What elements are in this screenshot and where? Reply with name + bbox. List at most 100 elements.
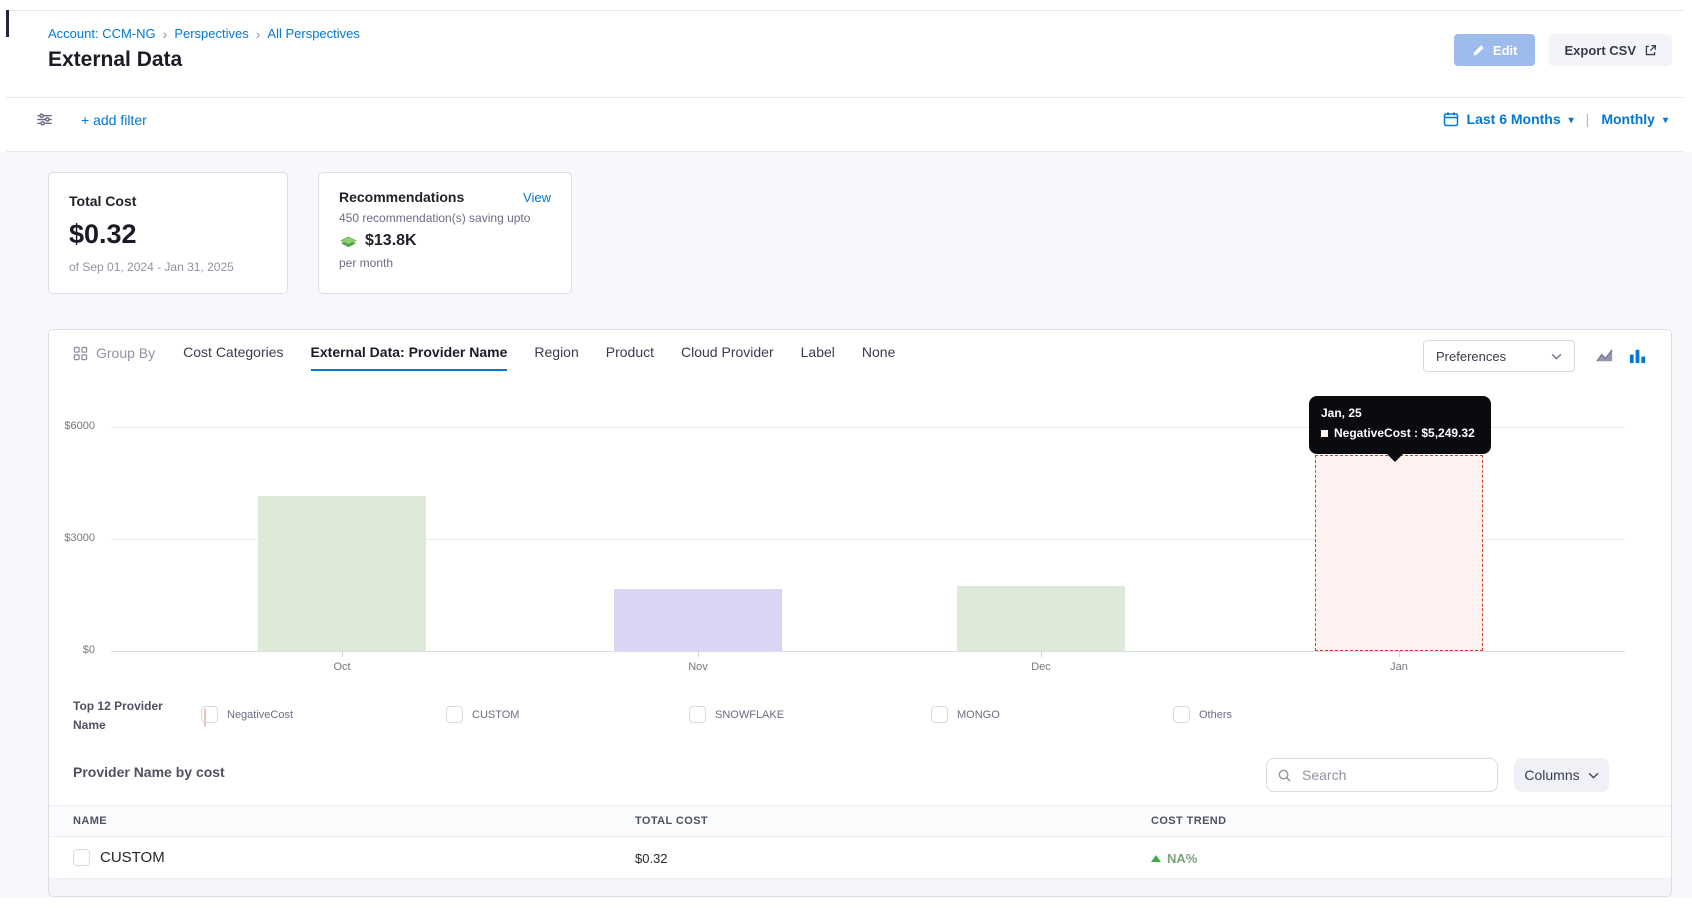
bar-jan-negativecost[interactable] bbox=[1315, 455, 1483, 651]
pencil-icon bbox=[1472, 44, 1485, 57]
savings-amount: $13.8K bbox=[365, 232, 417, 250]
chevron-down-icon bbox=[1551, 353, 1562, 360]
breadcrumb: Account: CCM-NG › Perspectives › All Per… bbox=[48, 26, 1672, 41]
header-name[interactable]: NAME bbox=[73, 815, 107, 827]
group-by-row: Group By Cost Categories External Data: … bbox=[49, 330, 1671, 380]
money-icon bbox=[339, 234, 358, 249]
chevron-right-icon: › bbox=[163, 27, 168, 41]
search-icon bbox=[1277, 768, 1292, 783]
legend-item-mongo[interactable]: MONGO bbox=[931, 706, 1000, 723]
tab-cloud-provider[interactable]: Cloud Provider bbox=[681, 344, 774, 371]
chart-legend: Top 12 Provider Name NegativeCostCUSTOMS… bbox=[49, 688, 1671, 744]
header-actions: Edit Export CSV bbox=[1454, 34, 1672, 66]
legend-label: CUSTOM bbox=[472, 709, 519, 721]
x-axis-tick bbox=[698, 651, 699, 657]
toolbar-pipe: | bbox=[1586, 111, 1590, 127]
perspective-panel: Group By Cost Categories External Data: … bbox=[48, 329, 1672, 897]
x-axis-tick bbox=[342, 651, 343, 657]
caret-down-icon[interactable]: ▾ bbox=[1663, 115, 1668, 126]
tab-region[interactable]: Region bbox=[534, 344, 578, 371]
x-axis-tick bbox=[1041, 651, 1042, 657]
export-csv-button[interactable]: Export CSV bbox=[1549, 34, 1672, 66]
table-row[interactable]: CUSTOM $0.32 NA% bbox=[49, 837, 1671, 879]
legend-swatch-icon bbox=[1173, 706, 1190, 723]
header-total-cost[interactable]: TOTAL COST bbox=[635, 815, 708, 827]
trend-up-icon bbox=[1151, 855, 1161, 862]
tab-none[interactable]: None bbox=[862, 344, 895, 371]
bar-dec-mongo[interactable] bbox=[957, 586, 1125, 651]
grid-icon bbox=[73, 346, 88, 361]
group-by-label: Group By bbox=[73, 345, 155, 361]
view-recommendations-link[interactable]: View bbox=[523, 190, 551, 205]
savings-period: per month bbox=[339, 256, 551, 270]
recommendations-card: Recommendations View 450 recommendation(… bbox=[318, 172, 572, 294]
total-cost-period: of Sep 01, 2024 - Jan 31, 2025 bbox=[69, 260, 267, 274]
total-cost-card: Total Cost $0.32 of Sep 01, 2024 - Jan 3… bbox=[48, 172, 288, 294]
legend-item-custom[interactable]: CUSTOM bbox=[446, 706, 519, 723]
add-filter-button[interactable]: + add filter bbox=[81, 112, 147, 128]
tab-product[interactable]: Product bbox=[606, 344, 654, 371]
date-range-select[interactable]: Last 6 Months bbox=[1467, 111, 1561, 127]
export-csv-label: Export CSV bbox=[1564, 43, 1636, 58]
preferences-label: Preferences bbox=[1436, 349, 1506, 364]
provider-total-cost: $0.32 bbox=[635, 851, 668, 866]
x-axis-label: Dec bbox=[1001, 661, 1081, 673]
bar-nov-snowflake[interactable] bbox=[614, 589, 782, 651]
table-row-partial bbox=[49, 879, 1671, 897]
columns-label: Columns bbox=[1524, 767, 1579, 783]
legend-item-negativecost[interactable]: NegativeCost bbox=[201, 706, 293, 723]
provider-name: CUSTOM bbox=[100, 849, 165, 866]
page-title: External Data bbox=[48, 48, 1672, 72]
y-axis-label: $3000 bbox=[49, 532, 95, 544]
y-axis-label: $6000 bbox=[49, 420, 95, 432]
tab-label[interactable]: Label bbox=[801, 344, 835, 371]
content-area: Total Cost $0.32 of Sep 01, 2024 - Jan 3… bbox=[0, 152, 1692, 898]
legend-swatch-icon bbox=[446, 706, 463, 723]
legend-swatch-icon bbox=[931, 706, 948, 723]
provider-cost-trend: NA% bbox=[1151, 851, 1197, 866]
chart-type-toggles bbox=[1595, 346, 1647, 365]
filter-toolbar: + add filter Last 6 Months ▾ | Monthly ▾ bbox=[0, 98, 1692, 151]
tooltip-text: NegativeCost : $5,249.32 bbox=[1334, 426, 1475, 440]
tab-cost-categories[interactable]: Cost Categories bbox=[183, 344, 283, 371]
provider-color-swatch bbox=[73, 849, 90, 866]
search-input[interactable] bbox=[1300, 766, 1487, 784]
preferences-dropdown[interactable]: Preferences bbox=[1423, 340, 1575, 372]
y-axis-label: $0 bbox=[49, 644, 95, 656]
cost-bar-chart: Jan, 25 NegativeCost : $5,249.32 $0 $3000… bbox=[49, 380, 1671, 688]
x-axis-tick bbox=[1399, 651, 1400, 657]
chevron-right-icon: › bbox=[256, 27, 261, 41]
table-toolbar: Provider Name by cost Columns bbox=[49, 750, 1671, 794]
breadcrumb-all-perspectives[interactable]: All Perspectives bbox=[267, 26, 359, 41]
columns-button[interactable]: Columns bbox=[1514, 758, 1609, 792]
legend-item-snowflake[interactable]: SNOWFLAKE bbox=[689, 706, 784, 723]
header-cost-trend[interactable]: COST TREND bbox=[1151, 815, 1227, 827]
caret-down-icon[interactable]: ▾ bbox=[1569, 115, 1574, 126]
x-axis-label: Jan bbox=[1359, 661, 1439, 673]
granularity-select[interactable]: Monthly bbox=[1601, 111, 1655, 127]
edit-button[interactable]: Edit bbox=[1454, 34, 1536, 66]
left-nav-edge bbox=[6, 10, 9, 37]
bar-chart-icon[interactable] bbox=[1628, 346, 1647, 365]
edit-button-label: Edit bbox=[1493, 43, 1518, 58]
tooltip-title: Jan, 25 bbox=[1321, 406, 1479, 420]
x-axis-label: Nov bbox=[658, 661, 738, 673]
breadcrumb-account[interactable]: Account: CCM-NG bbox=[48, 26, 156, 41]
table-title: Provider Name by cost bbox=[73, 764, 225, 780]
legend-label: SNOWFLAKE bbox=[715, 709, 784, 721]
tab-external-data-provider-name[interactable]: External Data: Provider Name bbox=[311, 344, 508, 371]
y-gridline bbox=[111, 651, 1625, 652]
calendar-icon bbox=[1443, 111, 1459, 127]
area-chart-icon[interactable] bbox=[1595, 346, 1616, 365]
bar-oct-mongo[interactable] bbox=[258, 496, 426, 651]
filter-sliders-icon[interactable] bbox=[36, 111, 53, 128]
total-cost-label: Total Cost bbox=[69, 193, 267, 209]
legend-swatch-icon bbox=[201, 706, 218, 723]
chevron-down-icon bbox=[1588, 772, 1599, 779]
breadcrumb-perspectives[interactable]: Perspectives bbox=[174, 26, 248, 41]
series-bullet-icon bbox=[1321, 430, 1328, 437]
legend-item-others[interactable]: Others bbox=[1173, 706, 1232, 723]
recommendations-label: Recommendations bbox=[339, 189, 464, 205]
external-link-icon bbox=[1644, 44, 1657, 57]
total-cost-value: $0.32 bbox=[69, 219, 267, 250]
